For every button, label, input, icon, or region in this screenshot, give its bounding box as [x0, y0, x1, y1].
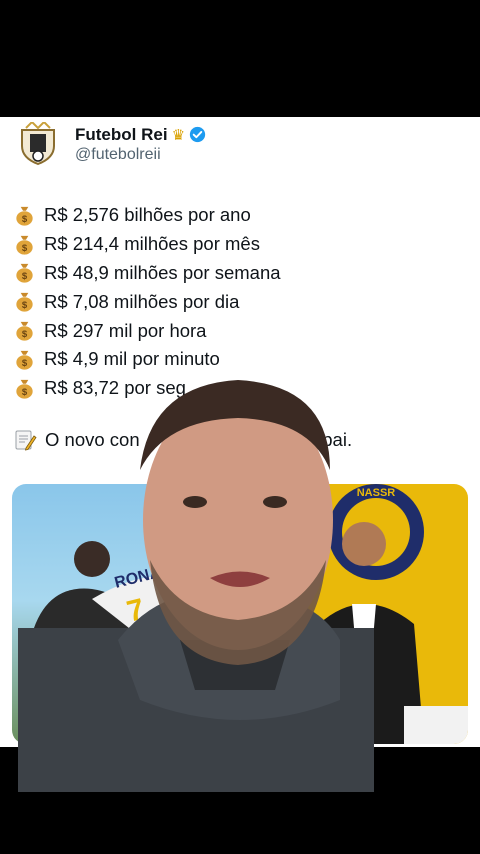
presenter-video-overlay — [18, 380, 374, 792]
